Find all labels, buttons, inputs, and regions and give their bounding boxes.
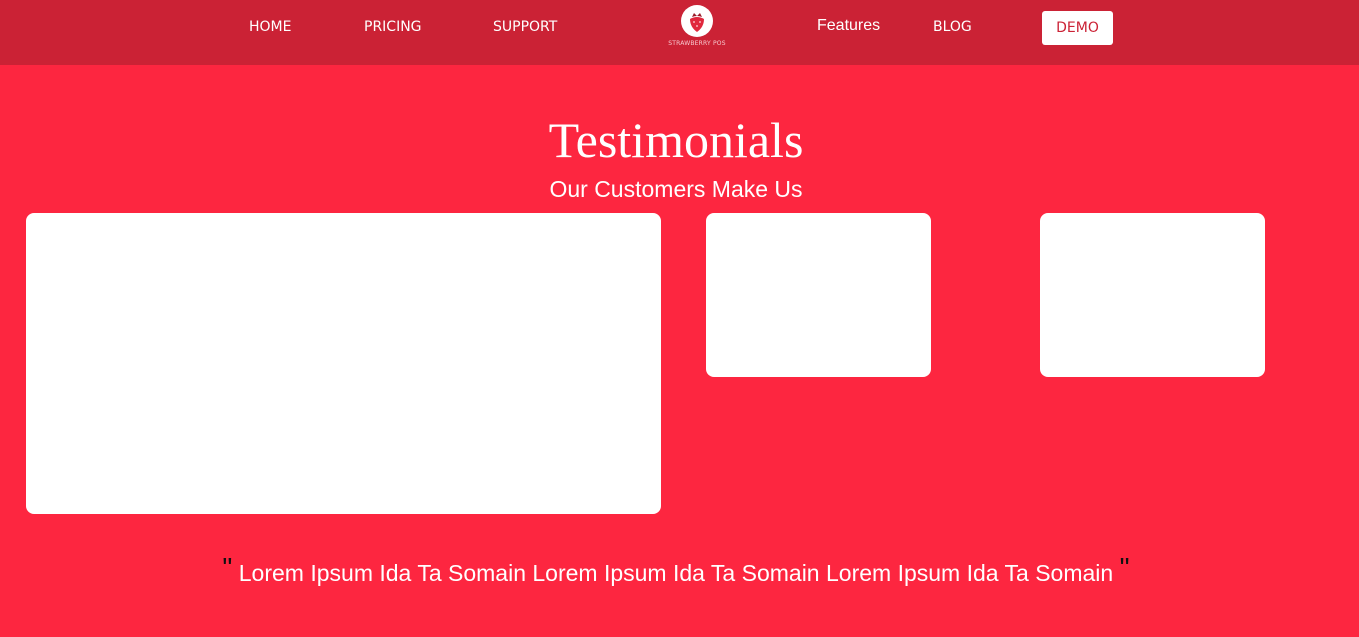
strawberry-icon <box>681 5 713 37</box>
strawberry-pos-logo[interactable]: STRAWBERRY POS <box>660 5 734 55</box>
testimonial-card-small-1 <box>706 213 931 377</box>
nav-blog-link[interactable]: BLOG <box>933 18 972 36</box>
testimonial-card-main <box>26 213 661 514</box>
logo-text: STRAWBERRY POS <box>668 40 726 47</box>
testimonial-quote: " Lorem Ipsum Ida Ta Somain Lorem Ipsum … <box>0 550 1352 591</box>
open-quote-mark: " <box>222 552 233 583</box>
nav-home-link[interactable]: HOME <box>249 18 291 36</box>
nav-pricing-link[interactable]: PRICING <box>364 18 422 36</box>
page-subtitle: Our Customers Make Us <box>549 176 803 202</box>
top-navbar: HOME PRICING SUPPORT STRAWBERRY POS Feat… <box>0 0 1359 65</box>
demo-button[interactable]: DEMO <box>1042 11 1113 45</box>
testimonial-card-small-2 <box>1040 213 1265 377</box>
nav-features-link[interactable]: Features <box>817 17 880 35</box>
close-quote-mark: " <box>1119 552 1130 583</box>
nav-support-link[interactable]: SUPPORT <box>493 18 557 36</box>
page-title: Testimonials <box>548 112 804 168</box>
testimonial-quote-text: Lorem Ipsum Ida Ta Somain Lorem Ipsum Id… <box>238 560 1114 586</box>
